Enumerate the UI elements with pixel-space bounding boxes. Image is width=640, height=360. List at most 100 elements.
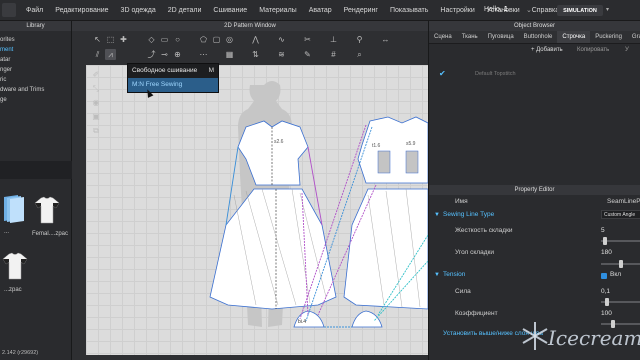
name-value[interactable]: SeamLinePart — [607, 196, 640, 208]
fold-angle-slider[interactable] — [601, 260, 640, 268]
section-sewing-label: Sewing Line Type — [443, 211, 495, 218]
menu-2d-pattern[interactable]: 2D детали — [162, 7, 208, 14]
color-icon[interactable]: ◉ — [90, 97, 102, 109]
chevron-down-icon[interactable]: ⌄ — [526, 6, 532, 14]
button-icon[interactable]: ⊕ — [172, 49, 183, 60]
menu-render[interactable]: Рендеринг — [338, 7, 384, 14]
tack-icon[interactable]: ⊸ — [159, 49, 170, 60]
texture-icon[interactable]: ▦ — [224, 49, 235, 60]
rectangle-icon[interactable]: ▭ — [159, 34, 170, 45]
menu-file[interactable]: Файл — [20, 7, 49, 14]
menu-item-mn-free-sewing-label: M:N Free Sewing — [132, 81, 183, 88]
library-thumb-1[interactable] — [2, 193, 28, 227]
tab-topstitch[interactable]: Строчка — [557, 31, 591, 43]
brush-icon[interactable]: ✐ — [90, 69, 102, 81]
tree-item-favorites[interactable]: orites — [0, 35, 71, 45]
pattern-piece-skirt-back[interactable] — [343, 188, 428, 310]
piece-label-b: t1.6 — [372, 143, 381, 149]
internal-rect-icon[interactable]: ▢ — [211, 34, 222, 45]
grain-icon[interactable]: ⇅ — [250, 49, 261, 60]
internal-polygon-icon[interactable]: ⬠ — [198, 34, 209, 45]
caret-down-icon[interactable]: ▾ — [606, 6, 609, 13]
segment-sewing-icon[interactable]: ⫽ — [92, 49, 103, 60]
force-value[interactable]: 0,1 — [601, 286, 610, 298]
menu-item-free-sewing[interactable]: Свободное сшивание M — [128, 64, 218, 78]
layer-icon[interactable]: ▣ — [90, 111, 102, 123]
section-tension[interactable]: ▼ Tension — [429, 269, 640, 281]
fold-arrangement-icon[interactable]: ⤴ — [146, 49, 157, 60]
topstitch-icon[interactable]: ⋯ — [198, 49, 209, 60]
fold-strength-slider[interactable] — [601, 237, 640, 245]
tab-button[interactable]: Пуговица — [483, 31, 519, 43]
grid-icon[interactable]: # — [328, 49, 339, 60]
cut-icon[interactable]: ✂ — [302, 34, 313, 45]
trace-icon[interactable]: ∿ — [276, 34, 287, 45]
fold-strength-label: Жесткость складки — [455, 227, 513, 234]
coefficient-label: Коэффициент — [455, 310, 498, 317]
library-thumb-label-2: Femal....zpac — [32, 231, 69, 237]
check-icon: ✔ — [439, 69, 446, 78]
menu-settings[interactable]: Настройки — [434, 7, 480, 14]
tab-graphic[interactable]: Gra — [627, 31, 640, 43]
tree-item-hardware[interactable]: dware and Trims — [0, 85, 71, 95]
menu-avatar[interactable]: Аватар — [303, 7, 338, 14]
library-thumb-2[interactable] — [34, 195, 60, 229]
menu-sewing[interactable]: Сшивание — [207, 7, 253, 14]
fold-strength-row: Жесткость складки 5 — [429, 225, 640, 237]
triangle-down-icon: ▼ — [434, 272, 440, 278]
transform-icon[interactable]: ⬚ — [105, 34, 116, 45]
pattern-piece-bodice-back[interactable]: t1.6 s5.9 — [357, 116, 428, 184]
user-greeting[interactable]: Hello, 1 — [484, 6, 508, 13]
menu-edit[interactable]: Редактирование — [49, 7, 114, 14]
puckering-icon[interactable]: ≋ — [276, 49, 287, 60]
add-button[interactable]: + Добавить — [531, 47, 563, 53]
pattern-side-toolbar: ✐ ⤡ ◉ ▣ ⧉ — [90, 69, 104, 149]
tab-buttonhole[interactable]: Buttonhole — [519, 31, 558, 43]
slider-knob[interactable] — [619, 260, 623, 268]
free-sewing-icon[interactable]: ⩘ — [105, 49, 116, 60]
view-icon[interactable]: ⧉ — [90, 125, 102, 137]
menu-3d-garment[interactable]: 3D одежда — [115, 7, 162, 14]
tree-item-garment[interactable]: ment — [0, 45, 71, 55]
slider-knob[interactable] — [605, 298, 609, 306]
measure-icon[interactable]: ↔ — [380, 34, 391, 45]
internal-circle-icon[interactable]: ◎ — [224, 34, 235, 45]
tree-item-fabric[interactable]: ric — [0, 75, 71, 85]
delete-button[interactable]: У — [625, 47, 629, 53]
tab-puckering[interactable]: Puckering — [590, 31, 627, 43]
pointer-icon[interactable]: ⤡ — [90, 83, 102, 95]
library-thumb-3[interactable] — [2, 251, 28, 285]
tree-item-hanger[interactable]: nger — [0, 65, 71, 75]
menu-display[interactable]: Показывать — [384, 7, 434, 14]
tension-checkbox[interactable] — [601, 273, 607, 279]
select-arrow-icon[interactable]: ↖ — [92, 34, 103, 45]
tree-item-image[interactable]: ge — [0, 95, 71, 105]
polygon-icon[interactable]: ◇ — [146, 34, 157, 45]
list-item[interactable]: ✔ Default Topstitch — [429, 69, 640, 79]
menu-item-mn-free-sewing[interactable]: M:N Free Sewing — [128, 78, 218, 92]
snowflake-icon — [522, 322, 548, 350]
fold-strength-value[interactable]: 5 — [601, 225, 605, 237]
zoom-icon[interactable]: ⌕ — [354, 49, 365, 60]
sewing-type-select[interactable]: Custom Angle — [601, 210, 640, 219]
pin-icon[interactable]: ⚲ — [354, 34, 365, 45]
copy-button[interactable]: Копировать — [577, 47, 609, 53]
notch-icon[interactable]: ⊥ — [328, 34, 339, 45]
tab-scene[interactable]: Сцена — [429, 31, 457, 43]
property-editor-title: Property Editor — [429, 185, 640, 195]
pattern-window-title: 2D Pattern Window — [72, 21, 428, 31]
name-label: Имя — [455, 198, 468, 205]
simulation-button[interactable]: SIMULATION — [557, 5, 603, 16]
menu-materials[interactable]: Материалы — [253, 7, 302, 14]
fold-angle-value[interactable]: 180 — [601, 247, 612, 259]
force-slider[interactable] — [601, 298, 640, 306]
edit-point-icon[interactable]: ✚ — [118, 34, 129, 45]
tab-fabric[interactable]: Ткань — [457, 31, 483, 43]
pattern-canvas[interactable]: s2.6 t1.6 s5.9 bi.4 — [86, 65, 428, 355]
annotation-icon[interactable]: ✎ — [302, 49, 313, 60]
circle-icon[interactable]: ○ — [172, 34, 183, 45]
tree-item-avatar[interactable]: atar — [0, 55, 71, 65]
pattern-piece-waistband-2[interactable] — [351, 310, 383, 328]
slider-knob[interactable] — [603, 237, 607, 245]
dart-icon[interactable]: ⋀ — [250, 34, 261, 45]
